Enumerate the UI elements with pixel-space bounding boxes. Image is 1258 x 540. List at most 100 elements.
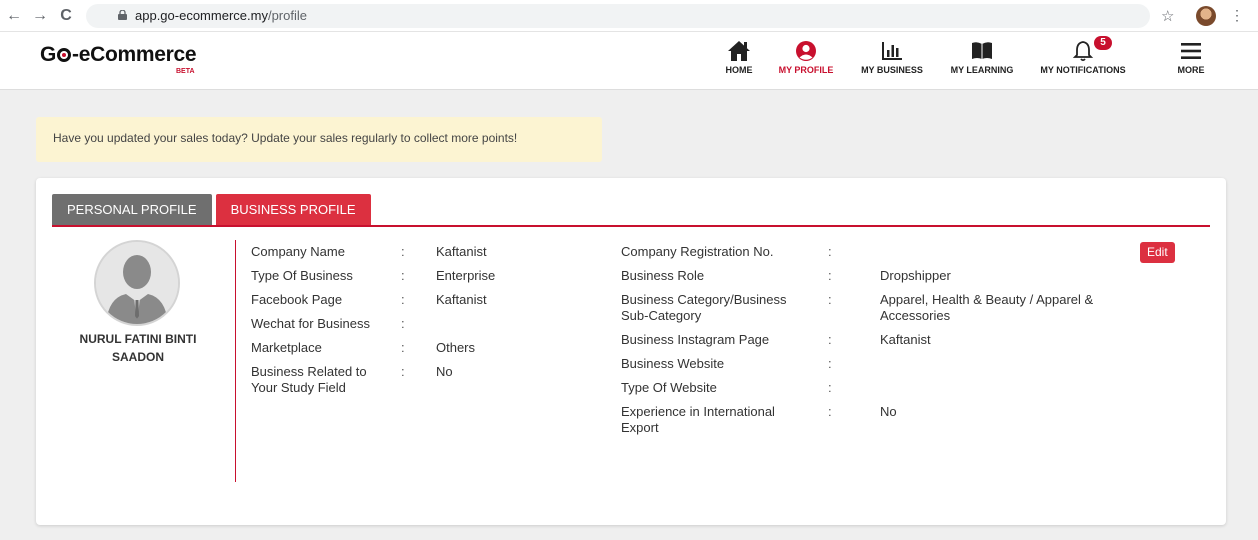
field-value: Kaftanist: [880, 332, 931, 347]
field-separator: :: [401, 364, 405, 379]
field-value: Enterprise: [436, 268, 496, 283]
forward-icon[interactable]: →: [30, 6, 50, 26]
field-separator: :: [828, 332, 832, 347]
url-host: app.go-ecommerce.my: [135, 8, 268, 23]
profile-card: PERSONAL PROFILE BUSINESS PROFILE NURUL …: [36, 178, 1226, 525]
field-value: [880, 356, 1141, 372]
field-value: [880, 244, 1141, 260]
field-row-company-name: Company Name : Kaftanist: [251, 244, 601, 260]
field-row-wechat: Wechat for Business :: [251, 316, 601, 332]
browser-profile-avatar[interactable]: [1196, 6, 1216, 26]
field-value: Kaftanist: [436, 244, 487, 259]
nav-my-business-label: MY BUSINESS: [861, 65, 923, 75]
field-label: Business Instagram Page: [621, 332, 770, 347]
logo-letter: G: [40, 43, 57, 66]
field-separator: :: [828, 404, 832, 419]
hamburger-menu-icon: [1181, 43, 1201, 59]
nav-my-notifications-label: MY NOTIFICATIONS: [1040, 65, 1126, 75]
field-separator: :: [401, 340, 405, 355]
field-label: Marketplace: [251, 340, 322, 355]
logo[interactable]: G -eCommerce: [40, 43, 197, 67]
field-row-marketplace: Marketplace : Others: [251, 340, 601, 356]
field-label: Facebook Page: [251, 292, 343, 307]
field-row-type-of-website: Type Of Website :: [621, 380, 1141, 396]
business-info-right: Company Registration No. : Business Role…: [621, 244, 1141, 444]
nav-my-profile-label: MY PROFILE: [778, 65, 834, 75]
field-value: No: [436, 364, 453, 379]
sales-reminder-alert: Have you updated your sales today? Updat…: [36, 117, 602, 162]
nav-my-learning-label: MY LEARNING: [950, 65, 1014, 75]
field-row-facebook-page: Facebook Page : Kaftanist: [251, 292, 601, 308]
business-info-left: Company Name : Kaftanist Type Of Busines…: [251, 244, 601, 404]
profile-tabs: PERSONAL PROFILE BUSINESS PROFILE: [52, 194, 375, 226]
field-separator: :: [401, 316, 405, 331]
field-label: Business Website: [621, 356, 725, 371]
vertical-divider: [235, 240, 236, 482]
url-path: /profile: [267, 8, 307, 23]
avatar: [94, 240, 180, 326]
lock-icon: [118, 10, 127, 20]
tab-personal-profile[interactable]: PERSONAL PROFILE: [52, 194, 212, 226]
field-value: Dropshipper: [880, 268, 951, 283]
field-separator: :: [828, 380, 832, 395]
field-row-study-field: Business Related to Your Study Field : N…: [251, 364, 601, 396]
nav-my-profile[interactable]: MY PROFILE: [775, 40, 837, 75]
url-text[interactable]: app.go-ecommerce.my/profile: [135, 8, 307, 23]
bar-chart-icon: [882, 42, 902, 60]
field-row-business-category: Business Category/Business Sub-Category …: [621, 292, 1141, 324]
field-separator: :: [828, 268, 832, 283]
field-value: No: [880, 404, 897, 419]
profile-name: NURUL FATINI BINTI SAADON: [79, 332, 197, 364]
field-value: Others: [436, 340, 476, 355]
field-label: Company Name: [251, 244, 345, 259]
back-icon[interactable]: ←: [4, 6, 24, 26]
logo-o-icon: [57, 48, 72, 62]
field-label: Business Category/Business Sub-Category: [621, 292, 787, 323]
nav-home-label: HOME: [725, 65, 753, 75]
field-row-website: Business Website :: [621, 356, 1141, 372]
field-separator: :: [401, 244, 405, 259]
field-label: Type Of Website: [621, 380, 717, 395]
tab-business-profile[interactable]: BUSINESS PROFILE: [215, 194, 371, 226]
field-label: Business Role: [621, 268, 705, 283]
nav-more-label: MORE: [1177, 65, 1205, 75]
nav-my-business[interactable]: MY BUSINESS: [858, 40, 926, 75]
nav-my-learning[interactable]: MY LEARNING: [947, 40, 1017, 75]
app-header: G -eCommerce BETA HOME MY PROFILE MY BUSI…: [0, 32, 1258, 90]
field-row-type-of-business: Type Of Business : Enterprise: [251, 268, 601, 284]
browser-toolbar: ← → C app.go-ecommerce.my/profile ☆ ⋮: [0, 0, 1258, 32]
field-separator: :: [828, 292, 832, 307]
field-label: Type Of Business: [251, 268, 353, 283]
field-label: Company Registration No.: [621, 244, 774, 259]
nav-more[interactable]: MORE: [1174, 40, 1208, 75]
field-label: Business Related to Your Study Field: [251, 364, 367, 395]
reload-icon[interactable]: C: [56, 6, 76, 26]
field-row-instagram: Business Instagram Page : Kaftanist: [621, 332, 1141, 348]
field-value: [436, 316, 601, 332]
beta-badge: BETA: [176, 68, 195, 75]
field-separator: :: [828, 244, 832, 259]
notification-count-badge: 5: [1094, 36, 1112, 50]
field-separator: :: [828, 356, 832, 371]
field-value: Apparel, Health & Beauty / Apparel & Acc…: [880, 292, 1094, 323]
user-circle-icon: [796, 41, 816, 61]
home-icon: [728, 41, 750, 61]
bell-icon: [1072, 41, 1094, 62]
field-value: [880, 380, 1141, 396]
field-label: Experience in International Export: [621, 404, 775, 435]
nav-my-notifications[interactable]: 5 MY NOTIFICATIONS: [1038, 36, 1128, 75]
tab-underline: [52, 225, 1210, 227]
field-separator: :: [401, 268, 405, 283]
nav-home[interactable]: HOME: [722, 40, 756, 75]
browser-menu-icon[interactable]: ⋮: [1230, 7, 1244, 24]
user-silhouette-icon: [96, 242, 178, 324]
field-value: Kaftanist: [436, 292, 487, 307]
field-row-business-role: Business Role : Dropshipper: [621, 268, 1141, 284]
book-open-icon: [972, 42, 992, 59]
bookmark-star-icon[interactable]: ☆: [1161, 7, 1174, 25]
field-row-registration-no: Company Registration No. :: [621, 244, 1141, 260]
field-row-international-export: Experience in International Export : No: [621, 404, 1141, 436]
field-label: Wechat for Business: [251, 316, 370, 331]
logo-text: -eCommerce: [72, 43, 197, 66]
edit-button[interactable]: Edit: [1140, 242, 1175, 263]
